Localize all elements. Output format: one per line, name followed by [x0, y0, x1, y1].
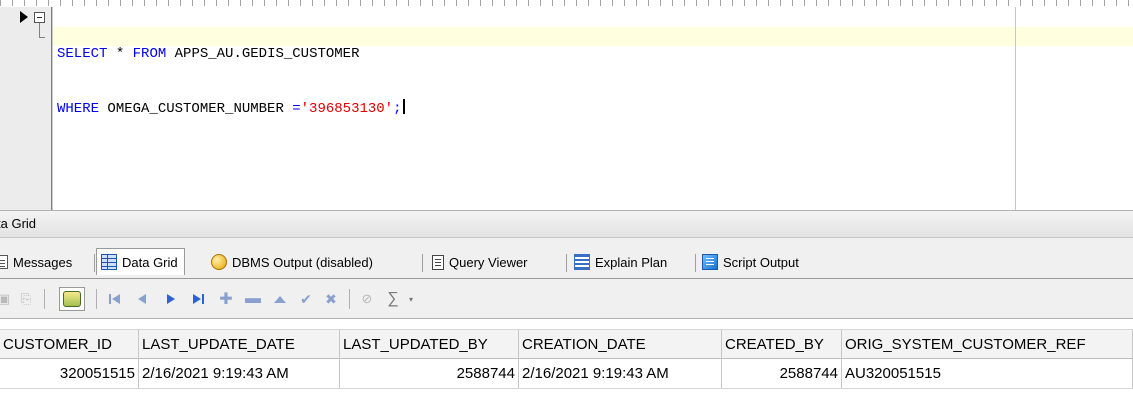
editor-gutter [0, 7, 53, 210]
sql-editor[interactable]: SELECT * FROM APPS_AU.GEDIS_CUSTOMER WHE… [0, 0, 1133, 210]
last-record-button[interactable] [188, 289, 208, 309]
tab-dbms-output[interactable]: DBMS Output (disabled) [207, 249, 379, 275]
fold-collapse-icon[interactable] [34, 12, 45, 23]
first-arrow-icon [111, 294, 120, 304]
keyword-from: FROM [132, 46, 167, 62]
previous-arrow-icon [138, 294, 146, 304]
tab-label: Query Viewer [449, 254, 528, 270]
tab-separator [422, 254, 423, 272]
text-caret [403, 99, 406, 114]
plus-icon: ✚ [219, 291, 233, 308]
sql-code[interactable]: SELECT * FROM APPS_AU.GEDIS_CUSTOMER WHE… [57, 9, 406, 153]
tab-separator [566, 254, 567, 272]
tab-label: Messages [13, 254, 73, 270]
dbms-output-icon [211, 254, 227, 270]
code-line-1: SELECT * FROM APPS_AU.GEDIS_CUSTOMER [57, 45, 405, 63]
cell-created-by[interactable]: 2588744 [722, 359, 842, 388]
column-header-creation-date[interactable]: CREATION_DATE [519, 330, 722, 359]
aggregate-dropdown[interactable]: ▾ [401, 289, 421, 309]
export-icon[interactable]: ▣ [0, 289, 14, 309]
column-header-last-updated-by[interactable]: LAST_UPDATED_BY [340, 330, 519, 359]
symbol-star: * [107, 46, 133, 62]
save-icon[interactable]: ⎘ [16, 289, 36, 309]
table-name: APPS_AU.GEDIS_CUSTOMER [166, 46, 360, 62]
keyword-select: SELECT [57, 46, 108, 62]
cell-last-update-date[interactable]: 2/16/2021 9:19:43 AM [139, 359, 340, 388]
grid-toolbar: ▣ ⎘ ✚ ▬ ✔ ✖ ⊘ ∑ ▾ [0, 278, 1133, 318]
tab-label: Explain Plan [595, 254, 668, 270]
next-arrow-icon [167, 294, 175, 304]
tab-query-viewer[interactable]: Query Viewer [428, 249, 534, 275]
tab-explain-plan[interactable]: Explain Plan [570, 249, 673, 275]
column-header-orig-system-customer-ref[interactable]: ORIG_SYSTEM_CUSTOMER_REF [842, 330, 1133, 359]
chevron-down-icon: ▾ [408, 294, 413, 304]
tab-label: DBMS Output (disabled) [232, 254, 373, 270]
first-record-button[interactable] [104, 289, 124, 309]
aggregate-button[interactable]: ∑ [383, 289, 403, 309]
cancel-edit-button[interactable]: ✖ [321, 289, 341, 309]
toolbar-separator [44, 289, 45, 309]
minus-icon: ▬ [245, 290, 261, 307]
tab-messages[interactable]: Messages [0, 249, 78, 275]
operator-equals: = [292, 101, 301, 117]
current-statement-arrow-icon [20, 11, 28, 23]
fold-guide [39, 23, 40, 38]
insert-record-button[interactable]: ✚ [216, 289, 236, 309]
next-record-button[interactable] [161, 289, 181, 309]
column-header-customer-id[interactable]: CUSTOMER_ID [0, 330, 139, 359]
grid-header-row: CUSTOMER_ID LAST_UPDATE_DATE LAST_UPDATE… [0, 329, 1133, 359]
explain-plan-icon [574, 254, 590, 270]
query-viewer-icon [432, 254, 444, 270]
gutter-border [51, 7, 52, 210]
toolbar-separator [349, 289, 350, 309]
tab-script-output[interactable]: Script Output [698, 249, 805, 275]
column-name: OMEGA_CUSTOMER_NUMBER [99, 101, 293, 117]
clear-button[interactable]: ⊘ [357, 289, 377, 309]
cell-last-updated-by[interactable]: 2588744 [340, 359, 519, 388]
tab-separator [695, 254, 696, 272]
script-output-icon [702, 254, 718, 270]
post-edit-button[interactable]: ✔ [296, 289, 316, 309]
table-row[interactable]: 320051515 2/16/2021 9:19:43 AM 2588744 2… [0, 359, 1133, 389]
messages-icon [0, 255, 8, 269]
delete-record-button[interactable]: ▬ [243, 289, 263, 309]
tab-separator [94, 254, 95, 272]
tab-label: Script Output [723, 254, 799, 270]
up-arrow-icon [274, 295, 286, 303]
string-literal: '396853130' [300, 101, 394, 117]
results-tabs: Messages Data Grid DBMS Output (disabled… [0, 238, 1133, 278]
cell-customer-id[interactable]: 320051515 [0, 359, 139, 388]
column-header-last-update-date[interactable]: LAST_UPDATE_DATE [139, 330, 340, 359]
cell-orig-system-customer-ref[interactable]: AU320051515 [842, 359, 1133, 388]
statement-terminator: ; [393, 101, 402, 117]
tab-data-grid[interactable]: Data Grid [96, 248, 185, 275]
keyword-where: WHERE [57, 101, 100, 117]
editor-ruler [0, 0, 1133, 7]
last-arrow-icon [192, 294, 201, 304]
first-bar-icon [108, 294, 111, 304]
last-bar-icon [201, 294, 204, 304]
tab-label: Data Grid [122, 254, 178, 270]
panel-title-text: ta Grid [0, 216, 37, 231]
results-grid: CUSTOMER_ID LAST_UPDATE_DATE LAST_UPDATE… [0, 318, 1133, 400]
cell-creation-date[interactable]: 2/16/2021 9:19:43 AM [519, 359, 722, 388]
editor-right-margin [1015, 7, 1016, 210]
toolbar-separator [96, 289, 97, 309]
sigma-icon: ∑ [387, 290, 399, 307]
fold-guide-end [39, 37, 45, 38]
code-line-2: WHERE OMEGA_CUSTOMER_NUMBER ='396853130'… [57, 99, 406, 117]
edit-record-button[interactable] [270, 289, 290, 309]
fetch-all-button[interactable] [59, 287, 85, 311]
data-grid-icon [101, 254, 117, 270]
check-icon: ✔ [300, 290, 312, 307]
no-entry-icon: ⊘ [361, 291, 373, 306]
column-header-created-by[interactable]: CREATED_BY [722, 330, 842, 359]
results-panel-title: ta Grid [0, 210, 1133, 238]
cross-icon: ✖ [325, 290, 337, 307]
previous-record-button[interactable] [132, 289, 152, 309]
database-icon [63, 291, 81, 307]
